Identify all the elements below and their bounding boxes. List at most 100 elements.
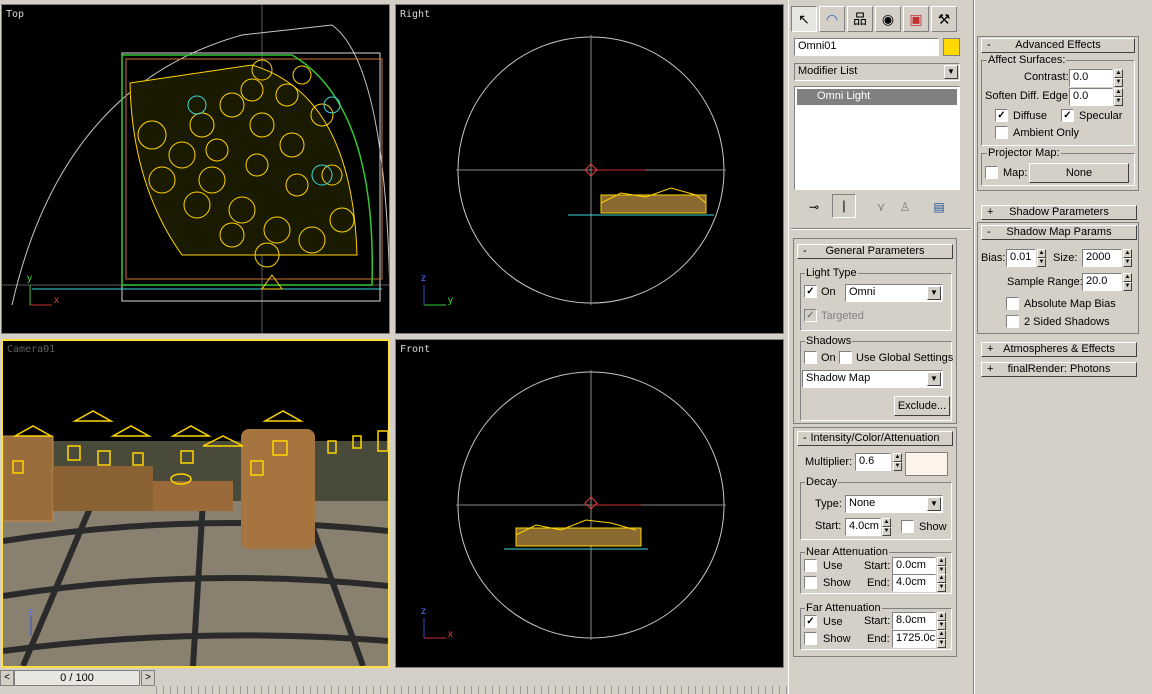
timeline-ticks[interactable]	[156, 686, 788, 694]
multiplier-spinner[interactable]: ▲ ▼	[893, 453, 902, 471]
far-show-checkbox[interactable]	[804, 632, 817, 645]
two-sided-shadows-checkbox[interactable]	[1006, 315, 1019, 328]
axis-z-label: z	[421, 273, 426, 284]
far-use-checkbox[interactable]: ✓	[804, 615, 817, 628]
use-global-settings-checkbox[interactable]	[839, 351, 852, 364]
decay-show-label: Show	[919, 521, 947, 533]
near-end-label: End:	[867, 577, 890, 589]
diffuse-label: Diffuse	[1013, 110, 1048, 122]
configure-modifier-sets-icon[interactable]: ▤	[929, 197, 949, 217]
right-view-scene	[423, 35, 726, 306]
display-tab[interactable]: ▣	[903, 6, 929, 32]
object-color-swatch[interactable]	[943, 38, 960, 56]
exclude-button[interactable]: Exclude...	[894, 396, 950, 416]
soften-diff-edge-spinner[interactable]: ▲ ▼	[1114, 88, 1123, 106]
intensity-rollout[interactable]: - Intensity/Color/Attenuation	[797, 431, 953, 446]
shadow-type-dropdown[interactable]: Shadow Map ▼	[802, 370, 943, 388]
projector-map-checkbox[interactable]	[985, 166, 998, 179]
far-show-label: Show	[823, 633, 851, 645]
show-end-result-icon[interactable]: |	[832, 194, 856, 218]
final-render-photons-rollout[interactable]: + finalRender: Photons	[981, 362, 1137, 377]
viewport-camera[interactable]: Camera01 z	[1, 339, 390, 668]
bias-label: Bias:	[981, 252, 1006, 264]
remove-modifier-icon[interactable]: ♙	[895, 197, 915, 217]
absolute-map-bias-checkbox[interactable]	[1006, 297, 1019, 310]
decay-start-field[interactable]: 4.0cm	[845, 518, 881, 536]
modifier-list-dropdown[interactable]: Modifier List ▼	[794, 63, 960, 81]
viewport-front[interactable]: Front x z	[395, 339, 784, 668]
map-label: Map:	[1003, 167, 1028, 179]
decay-type-dropdown[interactable]: None ▼	[845, 495, 943, 513]
timeline-next-button[interactable]: >	[141, 670, 155, 686]
hierarchy-tab[interactable]: 品	[847, 6, 873, 32]
size-spinner[interactable]: ▲ ▼	[1123, 249, 1132, 267]
soften-diff-edge-field[interactable]: 0.0	[1069, 88, 1113, 106]
make-unique-icon[interactable]: ⋎	[871, 197, 891, 217]
multiplier-field[interactable]: 0.6	[855, 453, 891, 471]
viewport-label-top[interactable]: Top	[6, 9, 24, 20]
motion-tab[interactable]: ◉	[875, 6, 901, 32]
viewport-right[interactable]: Right y z	[395, 4, 784, 334]
decay-start-spinner[interactable]: ▲ ▼	[882, 518, 891, 536]
axis-z-label: z	[421, 606, 426, 617]
advanced-effects-rollout[interactable]: - Advanced Effects	[981, 38, 1135, 53]
object-name-field[interactable]: Omni01	[794, 38, 939, 56]
projector-map-button[interactable]: None	[1029, 163, 1129, 183]
modifier-stack[interactable]: Omni Light	[794, 86, 960, 190]
shadows-on-checkbox[interactable]	[804, 351, 817, 364]
shadow-parameters-rollout[interactable]: + Shadow Parameters	[981, 205, 1137, 220]
contrast-field[interactable]: 0.0	[1069, 69, 1113, 87]
top-view-scene	[2, 5, 389, 333]
specular-checkbox[interactable]: ✓	[1061, 109, 1074, 122]
shadows-group-label: Shadows	[805, 335, 853, 347]
two-sided-shadows-label: 2 Sided Shadows	[1024, 316, 1110, 328]
light-on-checkbox[interactable]: ✓	[804, 285, 817, 298]
near-use-checkbox[interactable]	[804, 559, 817, 572]
create-tab[interactable]: ↖	[791, 6, 817, 32]
viewport-label-camera[interactable]: Camera01	[7, 344, 55, 355]
timeline-prev-button[interactable]: <	[0, 670, 14, 686]
light-color-swatch[interactable]	[905, 452, 948, 476]
bias-field[interactable]: 0.01	[1006, 249, 1036, 267]
light-type-dropdown[interactable]: Omni ▼	[845, 284, 943, 302]
near-start-spinner[interactable]: ▲ ▼	[937, 557, 946, 575]
viewport-label-right[interactable]: Right	[400, 9, 430, 20]
camera-view-scene	[3, 341, 388, 666]
far-end-spinner[interactable]: ▲ ▼	[937, 630, 946, 648]
create-icon: ↖	[798, 10, 810, 27]
ambient-only-label: Ambient Only	[1013, 127, 1080, 139]
far-use-label: Use	[823, 616, 843, 628]
pin-stack-icon[interactable]: ⊸	[803, 197, 825, 217]
viewport-label-front[interactable]: Front	[400, 344, 430, 355]
near-end-field[interactable]: 4.0cm	[892, 574, 936, 592]
sample-range-spinner[interactable]: ▲ ▼	[1123, 273, 1132, 291]
targeted-checkbox[interactable]: ✓	[804, 309, 817, 322]
diffuse-checkbox[interactable]: ✓	[995, 109, 1008, 122]
viewport-top[interactable]: Top x y	[1, 4, 390, 334]
near-show-checkbox[interactable]	[804, 576, 817, 589]
size-label: Size:	[1053, 252, 1078, 264]
ambient-only-checkbox[interactable]	[995, 126, 1008, 139]
utilities-tab[interactable]: ⚒	[931, 6, 957, 32]
sample-range-field[interactable]: 20.0	[1082, 273, 1122, 291]
size-field[interactable]: 2000	[1082, 249, 1122, 267]
time-slider[interactable]: 0 / 100	[14, 670, 140, 686]
modify-tab[interactable]: ◠	[819, 6, 845, 32]
near-start-field[interactable]: 0.0cm	[892, 557, 936, 575]
chevron-down-icon: ▼	[927, 497, 941, 511]
atmospheres-effects-rollout[interactable]: + Atmospheres & Effects	[981, 342, 1137, 357]
shadow-map-params-rollout[interactable]: - Shadow Map Params	[981, 225, 1137, 240]
shadows-on-label: On	[821, 352, 836, 364]
bias-spinner[interactable]: ▲ ▼	[1037, 249, 1046, 267]
near-end-spinner[interactable]: ▲ ▼	[937, 574, 946, 592]
far-end-field[interactable]: 1725.0c	[892, 630, 936, 648]
contrast-spinner[interactable]: ▲ ▼	[1114, 69, 1123, 87]
far-start-spinner[interactable]: ▲ ▼	[937, 612, 946, 630]
contrast-label: Contrast:	[1024, 71, 1069, 83]
decay-show-checkbox[interactable]	[901, 520, 914, 533]
specular-label: Specular	[1079, 110, 1123, 122]
axis-x-label: x	[54, 295, 59, 306]
light-on-label: On	[821, 286, 836, 298]
modifier-stack-item[interactable]: Omni Light	[797, 89, 957, 105]
far-start-field[interactable]: 8.0cm	[892, 612, 936, 630]
